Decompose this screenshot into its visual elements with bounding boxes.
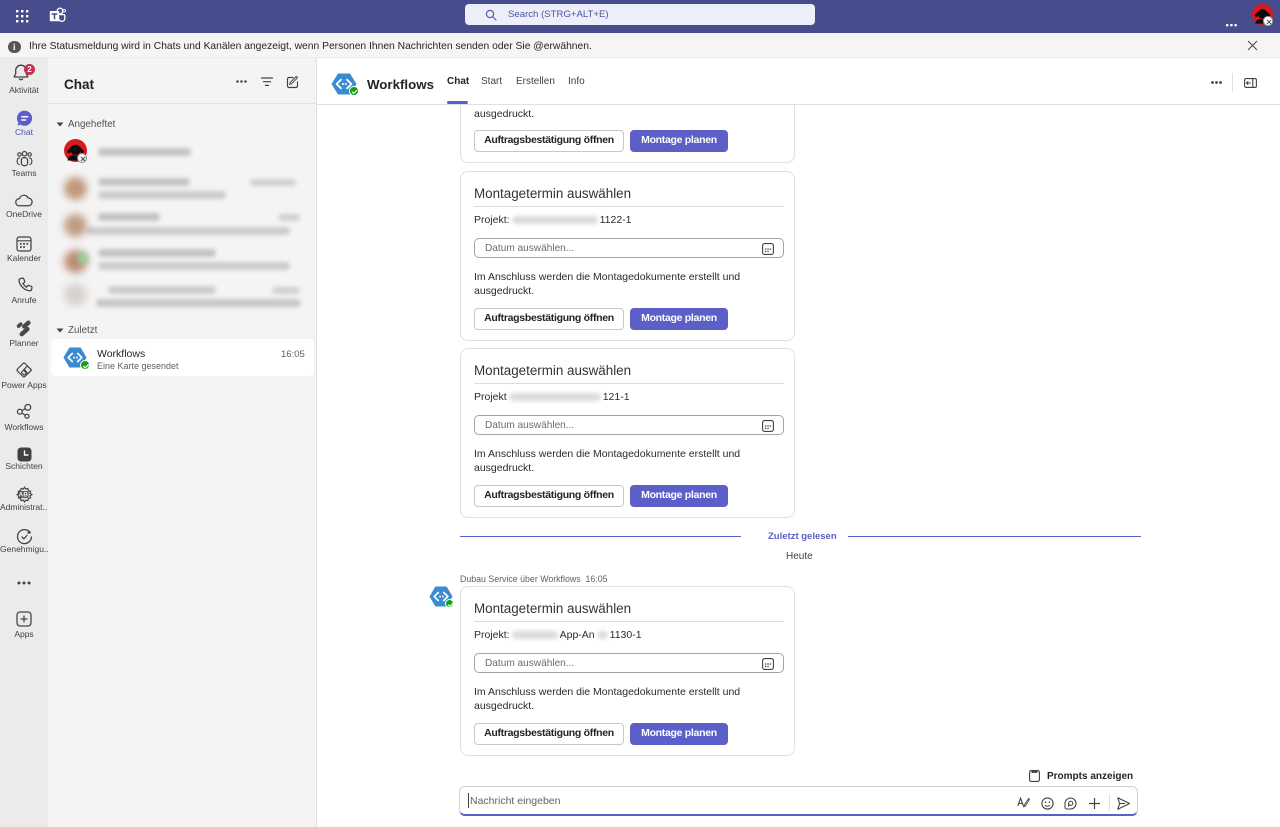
svg-text:AB: AB xyxy=(18,492,28,499)
